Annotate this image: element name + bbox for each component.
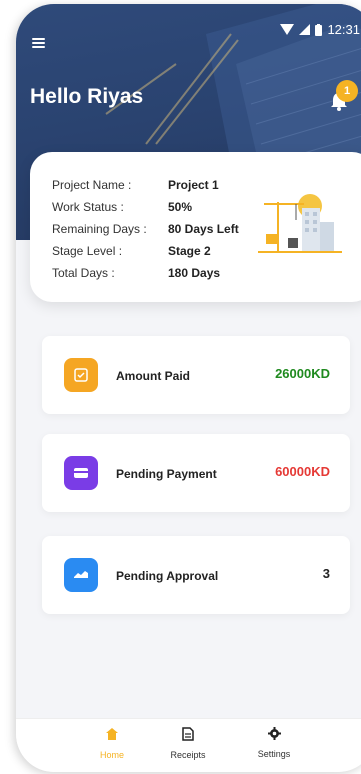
pending-payment-value: 60000KD <box>275 464 330 479</box>
project-summary-card: Project Name : Project 1 Work Status : 5… <box>30 152 361 302</box>
stage-level-row: Stage Level : Stage 2 <box>52 244 211 258</box>
total-days-value: 180 Days <box>168 266 221 280</box>
tab-receipts[interactable]: Receipts <box>158 727 218 760</box>
pending-payment-label: Pending Payment <box>116 467 217 481</box>
phone-frame: 12:31 Hello Riyas 1 Project Name : Proje… <box>16 4 361 772</box>
receipt-icon <box>182 727 194 741</box>
work-status-value: 50% <box>168 200 193 214</box>
pending-approval-value: 3 <box>322 566 330 581</box>
stage-level-value: Stage 2 <box>168 244 211 258</box>
tab-home-label: Home <box>99 750 124 760</box>
tab-receipts-label: Receipts <box>170 750 206 760</box>
total-days-row: Total Days : 180 Days <box>52 266 220 280</box>
signal-icon <box>299 24 311 35</box>
wifi-icon <box>280 24 295 35</box>
home-icon <box>106 728 118 740</box>
pending-approval-label: Pending Approval <box>116 569 219 583</box>
gear-icon <box>267 727 281 740</box>
remaining-days-label: Remaining Days : <box>52 222 147 236</box>
bottom-tab-bar: Home Receipts Settings <box>16 718 361 772</box>
amount-paid-card[interactable]: Amount Paid 26000KD <box>42 336 350 414</box>
project-name-row: Project Name : Project 1 <box>52 178 219 192</box>
project-name-label: Project Name : <box>52 178 132 192</box>
remaining-days-row: Remaining Days : 80 Days Left <box>52 222 239 236</box>
notification-badge: 1 <box>336 80 358 102</box>
remaining-days-value: 80 Days Left <box>168 222 239 236</box>
amount-paid-label: Amount Paid <box>116 369 190 383</box>
approval-icon <box>64 558 98 592</box>
tab-settings[interactable]: Settings <box>244 727 304 759</box>
work-status-row: Work Status : 50% <box>52 200 192 214</box>
project-name-value: Project 1 <box>168 178 219 192</box>
clock: 12:31 <box>327 22 360 37</box>
tab-settings-label: Settings <box>257 749 291 759</box>
tab-home[interactable]: Home <box>82 727 142 760</box>
stage-level-label: Stage Level : <box>52 244 123 258</box>
hamburger-menu-icon[interactable] <box>32 38 45 48</box>
wallet-icon <box>64 358 98 392</box>
battery-icon <box>315 23 323 36</box>
greeting-title: Hello Riyas <box>30 85 144 108</box>
status-bar: 12:31 <box>280 22 360 37</box>
work-status-label: Work Status : <box>52 200 124 214</box>
amount-paid-value: 26000KD <box>275 366 330 381</box>
pending-payment-card[interactable]: Pending Payment 60000KD <box>42 434 350 512</box>
credit-card-icon <box>64 456 98 490</box>
total-days-label: Total Days : <box>52 266 115 280</box>
pending-approval-card[interactable]: Pending Approval 3 <box>42 536 350 614</box>
construction-illustration <box>258 194 342 253</box>
